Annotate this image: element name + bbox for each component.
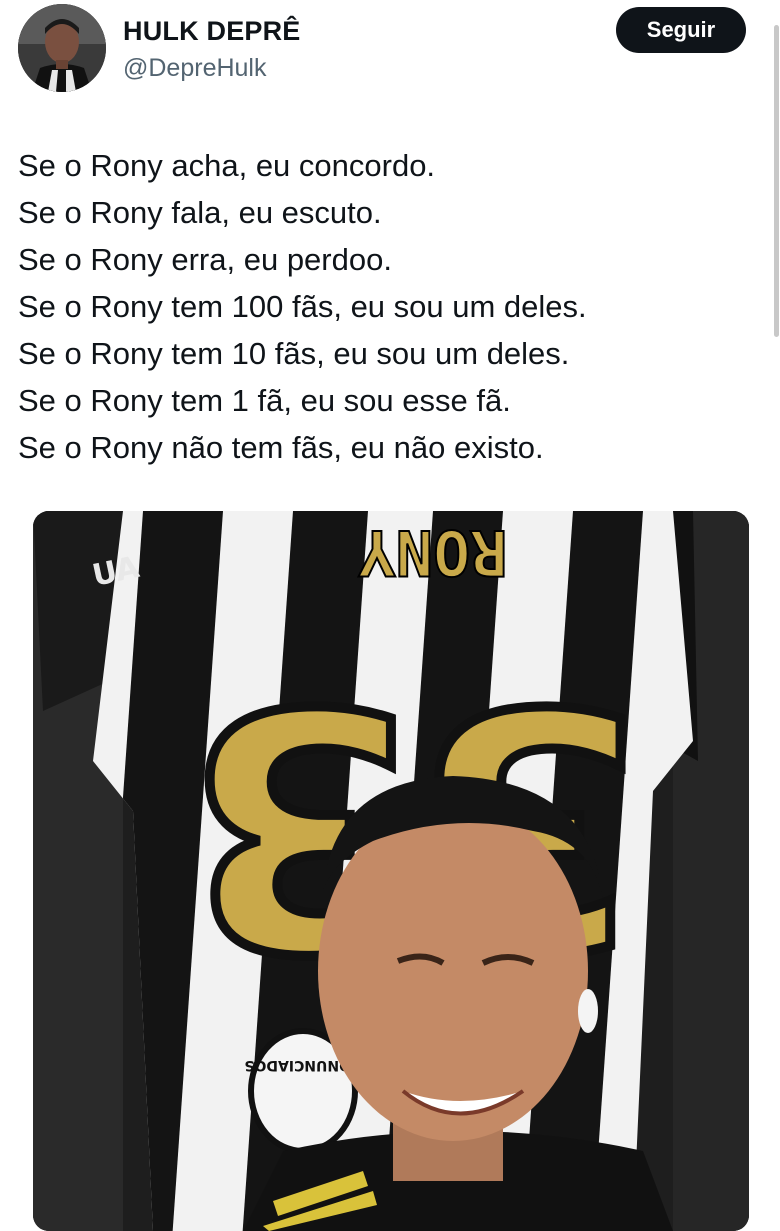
follow-button[interactable]: Seguir	[616, 7, 746, 53]
scrollbar[interactable]	[774, 25, 779, 337]
tweet-line: Se o Rony erra, eu perdoo.	[18, 242, 392, 277]
tweet-line: Se o Rony acha, eu concordo.	[18, 148, 436, 183]
jersey-name: RONY	[358, 516, 508, 589]
author-handle[interactable]: @DepreHulk	[123, 54, 266, 83]
tweet-line: Se o Rony fala, eu escuto.	[18, 195, 382, 230]
author-name[interactable]: HULK DEPRÊ	[123, 16, 301, 47]
tweet-header: HULK DEPRÊ @DepreHulk Seguir	[18, 4, 762, 96]
tweet-line: Se o Rony tem 1 fã, eu sou esse fã.	[18, 383, 511, 418]
tweet-line: Se o Rony não tem fãs, eu não existo.	[18, 430, 544, 465]
tweet-line: Se o Rony tem 10 fãs, eu sou um deles.	[18, 336, 570, 371]
tweet-text: Se o Rony acha, eu concordo. Se o Rony f…	[18, 142, 758, 471]
author-avatar[interactable]	[18, 4, 106, 92]
tweet-line: Se o Rony tem 100 fãs, eu sou um deles.	[18, 289, 587, 324]
tweet-photo[interactable]: RONY 33 UA ADNUNCIADOS	[33, 511, 749, 1231]
